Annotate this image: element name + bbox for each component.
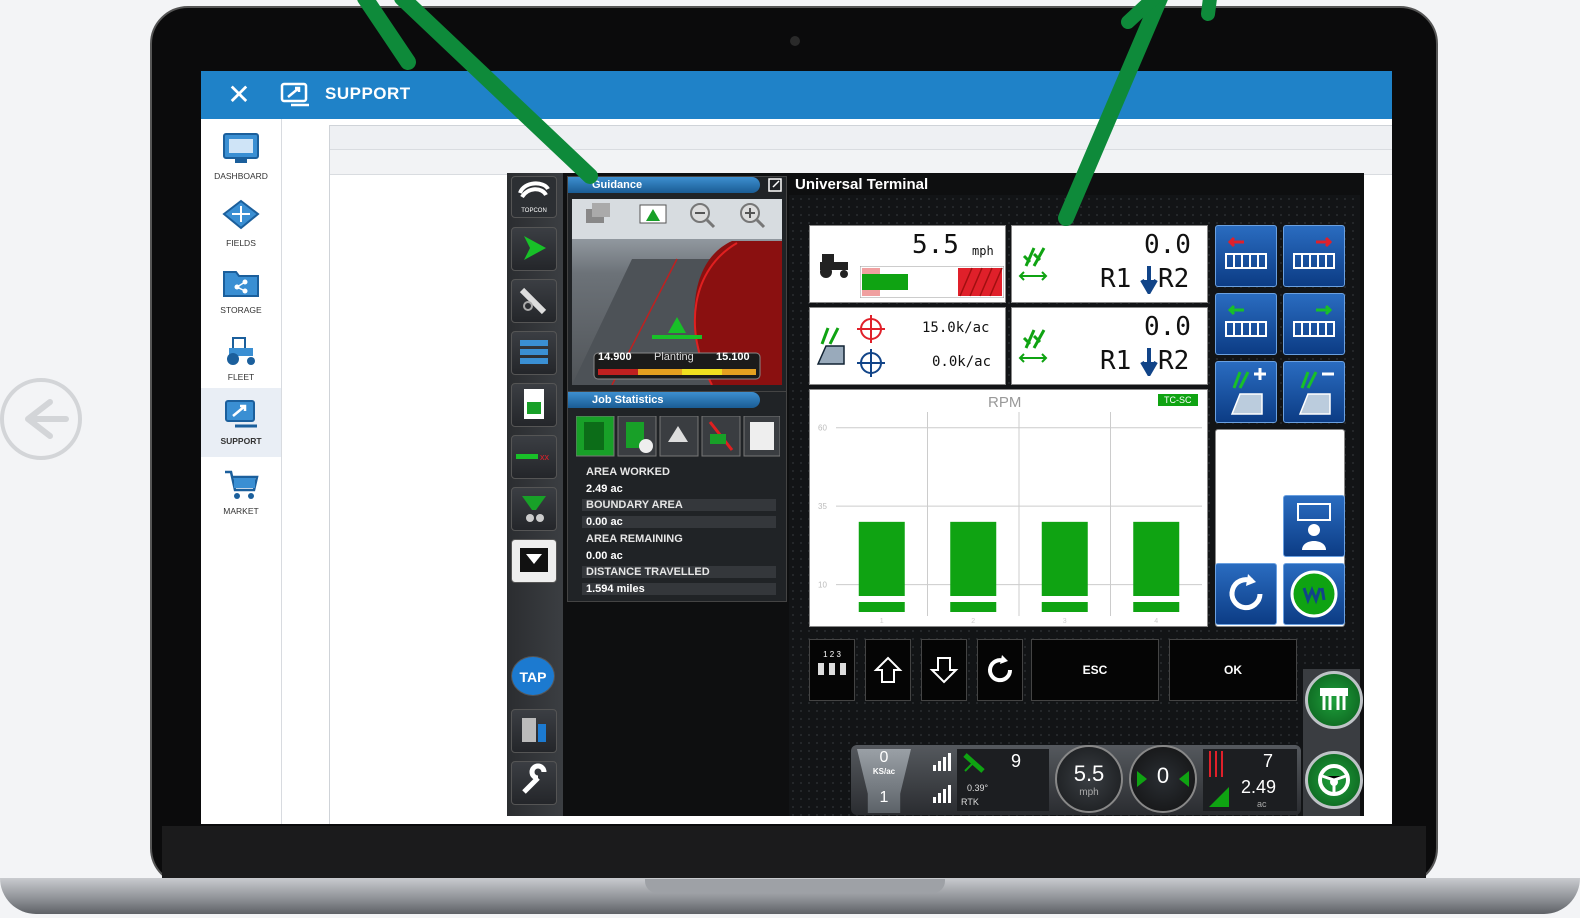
pen-annotations xyxy=(357,0,1217,226)
